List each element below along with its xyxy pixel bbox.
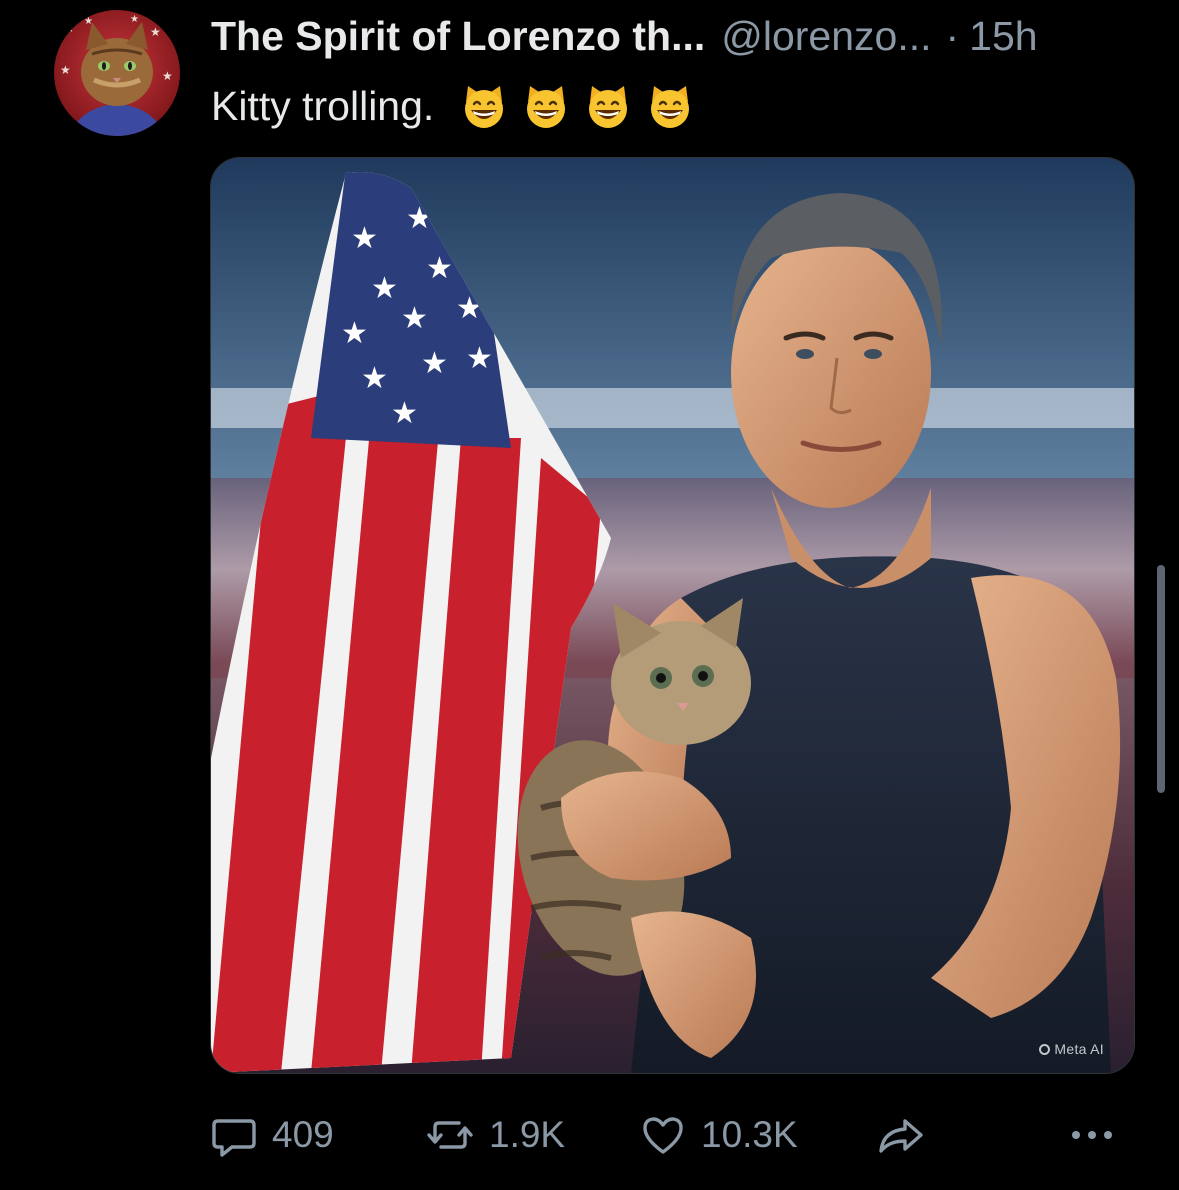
repost-arrows-icon: [427, 1121, 473, 1149]
author-handle[interactable]: @lorenzo...: [721, 12, 931, 60]
tweet-header: The Spirit of Lorenzo th... @lorenzo... …: [211, 12, 1038, 60]
man-holding-kitten-with-flag-image: ★★ ★★ ★ ★ ★ ★ ★ ★ ★: [211, 158, 1134, 1073]
display-name[interactable]: The Spirit of Lorenzo th...: [211, 12, 705, 60]
grinning-cat-icon: [465, 86, 504, 128]
author-avatar[interactable]: ★ ★ ★ ★ ★ ★: [54, 10, 180, 136]
like-count: 10.3K: [701, 1114, 798, 1155]
svg-text:★: ★: [421, 346, 448, 381]
svg-text:★: ★: [130, 14, 139, 25]
reply-button[interactable]: 409: [210, 1100, 334, 1170]
svg-text:★: ★: [60, 63, 71, 77]
repost-count: 1.9K: [489, 1114, 566, 1155]
avatar-cat-image: ★ ★ ★ ★ ★ ★: [54, 10, 180, 136]
emoji-row: [460, 82, 694, 130]
repost-button[interactable]: 1.9K: [425, 1100, 565, 1170]
svg-text:★: ★: [426, 251, 453, 286]
svg-text:★: ★: [341, 316, 368, 351]
grinning-cat-icon: [589, 86, 628, 128]
tweet-action-bar: 409 1.9K 10.3K: [0, 1100, 1179, 1170]
grinning-cat-icon: [527, 86, 566, 128]
svg-text:★: ★: [401, 301, 428, 336]
svg-text:★: ★: [150, 25, 161, 39]
tweet-timestamp[interactable]: 15h: [969, 12, 1037, 60]
like-button[interactable]: 10.3K: [639, 1100, 798, 1170]
svg-text:★: ★: [162, 69, 173, 83]
header-separator: ·: [945, 13, 960, 59]
scrollbar-thumb[interactable]: [1157, 565, 1165, 793]
meta-ai-watermark: Meta AI: [1039, 1041, 1104, 1057]
share-arrow-icon: [879, 1119, 923, 1153]
grinning-cat-icon: [651, 86, 690, 128]
svg-text:★: ★: [361, 361, 388, 396]
tweet-media-image[interactable]: ★ ★ ★ ★ ★ ★ ★ ★ ★ ★ ★ Meta AI: [210, 157, 1135, 1074]
comment-bubble-icon: [212, 1119, 256, 1157]
share-button[interactable]: [875, 1100, 927, 1170]
svg-text:★: ★: [64, 21, 75, 35]
heart-icon: [643, 1117, 683, 1154]
svg-text:★: ★: [391, 396, 418, 431]
svg-text:★: ★: [371, 271, 398, 306]
reply-count: 409: [272, 1114, 334, 1155]
meta-ring-icon: [1039, 1043, 1051, 1055]
tweet-body: Kitty trolling.: [211, 82, 435, 129]
svg-text:★: ★: [351, 221, 378, 256]
tweet-text: Kitty trolling.: [211, 78, 694, 134]
watermark-text: Meta AI: [1054, 1041, 1104, 1057]
svg-text:★: ★: [466, 341, 493, 376]
more-options-button[interactable]: [1068, 1100, 1116, 1170]
more-dots-icon: [1072, 1131, 1112, 1139]
